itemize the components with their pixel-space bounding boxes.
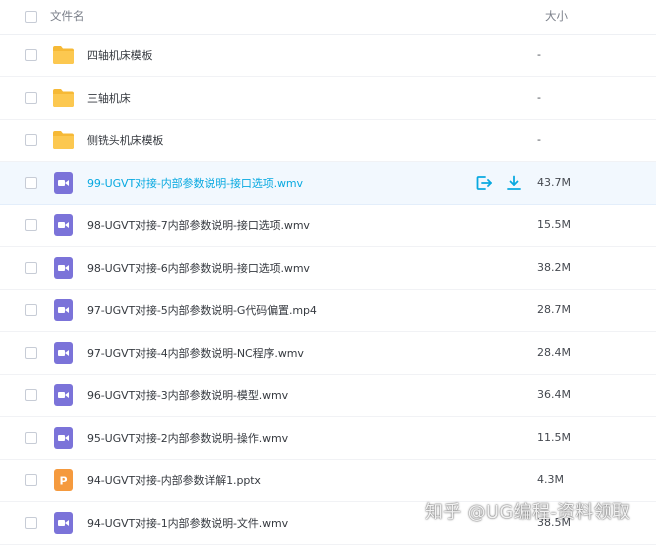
- download-icon[interactable]: [505, 174, 523, 192]
- file-name[interactable]: 98-UGVT对接-7内部参数说明-接口选项.wmv: [87, 217, 310, 233]
- file-row[interactable]: 98-UGVT对接-6内部参数说明-接口选项.wmv 38.2M: [0, 247, 656, 290]
- file-name[interactable]: 94-UGVT对接-1内部参数说明-文件.wmv: [87, 515, 288, 531]
- column-header-name[interactable]: 文件名: [50, 8, 85, 24]
- video-file-icon: [52, 511, 75, 534]
- file-size: 28.7M: [537, 303, 571, 316]
- file-row[interactable]: 三轴机床 -: [0, 77, 656, 120]
- row-checkbox[interactable]: [25, 49, 37, 61]
- file-name[interactable]: 四轴机床模板: [87, 47, 153, 63]
- video-file-icon: [52, 299, 75, 321]
- row-checkbox[interactable]: [25, 304, 37, 316]
- file-size: -: [537, 90, 541, 104]
- video-file-icon: [52, 341, 75, 364]
- file-name[interactable]: 99-UGVT对接-内部参数说明-接口选项.wmv: [87, 175, 303, 191]
- folder-icon: [52, 44, 75, 66]
- file-size: 4.3M: [537, 473, 564, 486]
- folder-icon: [52, 87, 75, 109]
- ppt-file-icon: P: [52, 469, 75, 491]
- file-row[interactable]: 99-UGVT对接-内部参数说明-接口选项.wmv 43.7M: [0, 161, 656, 205]
- row-checkbox[interactable]: [25, 431, 37, 444]
- file-row[interactable]: 96-UGVT对接-3内部参数说明-模型.wmv 36.4M: [0, 374, 656, 417]
- row-checkbox[interactable]: [25, 346, 37, 359]
- video-file-icon: [52, 171, 75, 194]
- select-all-checkbox[interactable]: [25, 11, 37, 23]
- video-file-icon: [52, 384, 75, 406]
- file-list-header: 文件名 大小: [0, 0, 656, 35]
- file-size: -: [537, 133, 541, 146]
- file-row[interactable]: 97-UGVT对接-5内部参数说明-G代码偏置.mp4 28.7M: [0, 289, 656, 332]
- folder-icon: [52, 129, 75, 151]
- column-header-size[interactable]: 大小: [545, 8, 568, 24]
- row-checkbox[interactable]: [25, 134, 37, 146]
- video-file-icon: [52, 256, 75, 279]
- row-checkbox[interactable]: [25, 474, 37, 486]
- file-name[interactable]: 95-UGVT对接-2内部参数说明-操作.wmv: [87, 430, 288, 446]
- row-checkbox[interactable]: [25, 516, 37, 529]
- file-size: 43.7M: [537, 175, 571, 189]
- row-checkbox[interactable]: [25, 91, 37, 104]
- ppt-letter: P: [59, 475, 67, 488]
- file-size: 36.4M: [537, 388, 571, 401]
- file-name[interactable]: 97-UGVT对接-5内部参数说明-G代码偏置.mp4: [87, 302, 317, 318]
- file-row[interactable]: 95-UGVT对接-2内部参数说明-操作.wmv 11.5M: [0, 417, 656, 460]
- file-size: 38.2M: [537, 260, 571, 274]
- file-size: 28.4M: [537, 345, 571, 359]
- row-checkbox[interactable]: [25, 261, 37, 274]
- file-row[interactable]: 四轴机床模板 -: [0, 34, 656, 77]
- watermark: 知乎 @UG编程-资料领取: [425, 502, 631, 523]
- file-row[interactable]: 97-UGVT对接-4内部参数说明-NC程序.wmv 28.4M: [0, 332, 656, 375]
- video-file-icon: [52, 426, 75, 449]
- video-file-icon: [52, 214, 75, 236]
- row-checkbox[interactable]: [25, 176, 37, 189]
- file-size: 15.5M: [537, 218, 571, 231]
- file-row[interactable]: P 94-UGVT对接-内部参数详解1.pptx 4.3M: [0, 459, 656, 502]
- file-name[interactable]: 三轴机床: [87, 90, 131, 106]
- file-row[interactable]: 侧铣头机床模板 -: [0, 119, 656, 162]
- file-size: -: [537, 48, 541, 61]
- row-checkbox[interactable]: [25, 389, 37, 401]
- file-name[interactable]: 侧铣头机床模板: [87, 132, 163, 148]
- file-name[interactable]: 96-UGVT对接-3内部参数说明-模型.wmv: [87, 387, 288, 403]
- file-name[interactable]: 98-UGVT对接-6内部参数说明-接口选项.wmv: [87, 260, 310, 276]
- file-row[interactable]: 98-UGVT对接-7内部参数说明-接口选项.wmv 15.5M: [0, 204, 656, 247]
- share-icon[interactable]: [475, 174, 493, 192]
- file-name[interactable]: 94-UGVT对接-内部参数详解1.pptx: [87, 472, 261, 488]
- file-size: 11.5M: [537, 430, 571, 444]
- file-name[interactable]: 97-UGVT对接-4内部参数说明-NC程序.wmv: [87, 345, 304, 361]
- row-checkbox[interactable]: [25, 219, 37, 231]
